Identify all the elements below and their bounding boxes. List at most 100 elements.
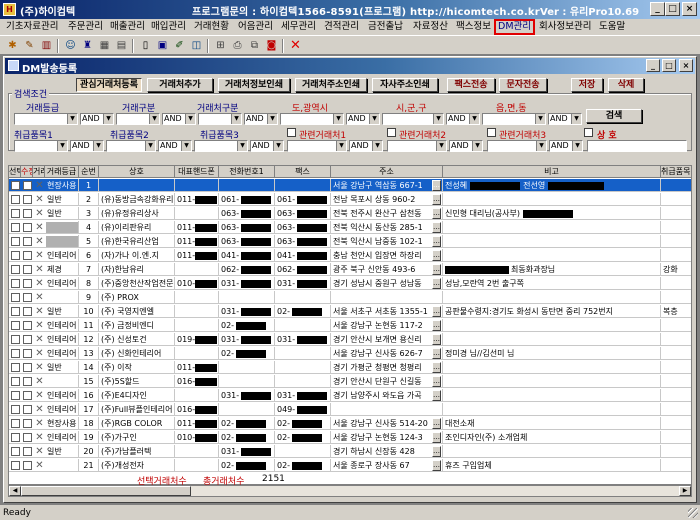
dropdown-arrow-icon[interactable]: ▼ [145,141,155,151]
save-disk-icon[interactable]: ▣ [155,38,170,53]
menu-item[interactable]: 견적관리 [322,19,361,35]
table-row[interactable]: ✕ 4 (유)이리판유리 011- 063- 063- 전북 익산시 동산동 285-1… [9,221,691,234]
trade-x-icon[interactable]: ✕ [34,194,45,205]
building-icon[interactable]: ▦ [97,38,112,53]
row-edit-checkbox[interactable] [23,251,32,260]
item2-select[interactable]: ▼ [106,140,156,152]
trade-x-icon[interactable]: ✕ [34,278,45,289]
sangho-checkbox[interactable] [584,128,593,137]
book-icon[interactable]: ▥ [39,38,54,53]
row-edit-checkbox[interactable] [23,209,32,218]
pen-icon[interactable]: ✎ [22,38,37,53]
bank-icon[interactable]: ▤ [114,38,129,53]
trade-x-icon[interactable]: ✕ [34,446,45,457]
row-edit-checkbox[interactable] [23,447,32,456]
row-select-checkbox[interactable] [11,223,20,232]
dropdown-arrow-icon[interactable]: ▼ [333,114,343,124]
table-row[interactable]: ✕ 현장사용 18 (주)RGB COLOR 011- 02- 02- 서울 강남구 신사동 … [9,417,691,430]
minimize-button[interactable]: _ [650,2,665,16]
column-header[interactable]: 팩스 [275,166,331,178]
dropdown-arrow-icon[interactable]: ▼ [149,114,159,124]
row-edit-checkbox[interactable] [23,363,32,372]
row-select-checkbox[interactable] [11,181,20,190]
type-select[interactable]: ▼ [116,113,160,125]
row-edit-checkbox[interactable] [23,307,32,316]
address-lookup-button[interactable]: … [432,334,441,345]
maximize-button[interactable]: □ [665,2,680,16]
address-lookup-button[interactable]: … [432,264,441,275]
trade-x-icon[interactable]: ✕ [34,180,45,191]
dropdown-arrow-icon[interactable]: ▼ [181,141,191,151]
row-edit-checkbox[interactable] [23,419,32,428]
child-maximize-button[interactable]: □ [662,59,676,72]
trade-x-icon[interactable]: ✕ [34,390,45,401]
related2-and-select[interactable]: AND ▼ [449,140,483,152]
menu-item[interactable]: 어음관리 [236,19,275,35]
shirt-icon[interactable]: ♜ [80,38,95,53]
menu-item[interactable]: 팩스정보 [454,19,493,35]
menu-item[interactable]: 매입관리 [149,19,188,35]
item2-and-select[interactable]: AND ▼ [158,140,192,152]
trade-x-icon[interactable]: ✕ [34,376,45,387]
table-row[interactable]: ✕ 인테리어 16 (주)E4디자인 031- 031- 경기 남양주시 와도읍 가곡… [9,389,691,402]
printer-icon[interactable]: ⎙ [230,38,245,53]
table-row[interactable]: ✕ 일반 3 (유)유정유리상사 063- 063- 전북 전주시 완산구 삼천동 … 신민형 … [9,207,691,220]
user-icon[interactable]: ☺ [63,38,78,53]
table-row[interactable]: ✕ 9 (주) PROX [9,291,691,304]
table-row[interactable]: ✕ 일반 10 (주) 국영지엔엘 031- 02- 서울 서초구 서초동 1355-1 … 복… [9,305,691,318]
table-row[interactable]: ✕ 인테리어 13 (주) 신화인테리어 02- 서울 강남구 신사동 626-7 … 정미경… [9,347,691,360]
menu-item[interactable]: 매출관리 [108,19,147,35]
dropdown-arrow-icon[interactable]: ▼ [273,141,283,151]
row-select-checkbox[interactable] [11,209,20,218]
column-header[interactable]: 취급품목1 [661,166,691,178]
item3-and-select[interactable]: AND ▼ [250,140,284,152]
dropdown-arrow-icon[interactable]: ▼ [237,141,247,151]
new-document-icon[interactable]: ▯ [138,38,153,53]
row-edit-checkbox[interactable] [23,181,32,190]
column-header[interactable]: 주소 [331,166,443,178]
related1-checkbox[interactable] [287,128,296,137]
action-button[interactable]: 문자전송 [499,78,547,92]
address-lookup-button[interactable]: … [432,348,441,359]
trade-x-icon[interactable]: ✕ [34,320,45,331]
grade-select[interactable]: ▼ [14,113,78,125]
related1-and-select[interactable]: AND ▼ [349,140,383,152]
menu-item[interactable]: 거래현황 [192,19,231,35]
action-button[interactable]: 거래처정보인쇄 [218,78,290,92]
column-header[interactable]: 수정 [21,166,33,178]
row-select-checkbox[interactable] [11,447,20,456]
star-icon[interactable]: ✱ [5,38,20,53]
menu-item[interactable]: 주문관리 [66,19,105,35]
row-select-checkbox[interactable] [11,377,20,386]
menu-item[interactable]: 기초자료관리 [4,19,60,35]
row-edit-checkbox[interactable] [23,433,32,442]
row-select-checkbox[interactable] [11,251,20,260]
dropdown-arrow-icon[interactable]: ▼ [433,114,443,124]
table-row[interactable]: ✕ 일반 2 (유)동방금속강화유리 011- 061- 061- 전남 목포시 상동 960… [9,193,691,206]
row-edit-checkbox[interactable] [23,377,32,386]
table-row[interactable]: ✕ 인테리어 6 (자)가나 이.엔.지 011- 041- 041- 충남 천안시 입장면 … [9,249,691,262]
row-select-checkbox[interactable] [11,461,20,470]
table-row[interactable]: ✕ 제경 7 (자)한남유리 062- 062- 광주 북구 신안동 493-6 … 강화 최동화… [9,263,691,276]
menu-item[interactable]: DM관리 [494,19,535,35]
table-row[interactable]: ✕ 5 (유)한국유리산업 011- 063- 063- 전북 익산시 남중동 102-1… [9,235,691,248]
address-lookup-button[interactable]: … [432,432,441,443]
table-row[interactable]: ✕ 인테리어 12 (주) 신성토건 019- 031- 031- 경기 안산시 보개면 용신… [9,333,691,346]
column-header[interactable]: 비고 [443,166,661,178]
related2-select[interactable]: ▼ [387,140,447,152]
row-edit-checkbox[interactable] [23,405,32,414]
address-lookup-button[interactable]: … [432,446,441,457]
dropdown-arrow-icon[interactable]: ▼ [185,114,195,124]
action-button[interactable]: 관심거래처등록 [76,78,142,92]
child-close-button[interactable]: × [679,59,693,72]
city-and-select[interactable]: AND ▼ [446,113,480,125]
column-header[interactable]: 거래 [33,166,45,178]
address-lookup-button[interactable]: … [432,236,441,247]
row-select-checkbox[interactable] [11,419,20,428]
menu-item[interactable]: 회사정보관리 [537,19,593,35]
row-select-checkbox[interactable] [11,349,20,358]
column-header[interactable]: 순번 [79,166,99,178]
trade-x-icon[interactable]: ✕ [34,362,45,373]
dropdown-arrow-icon[interactable]: ▼ [472,141,482,151]
partner-type-select[interactable]: ▼ [198,113,242,125]
